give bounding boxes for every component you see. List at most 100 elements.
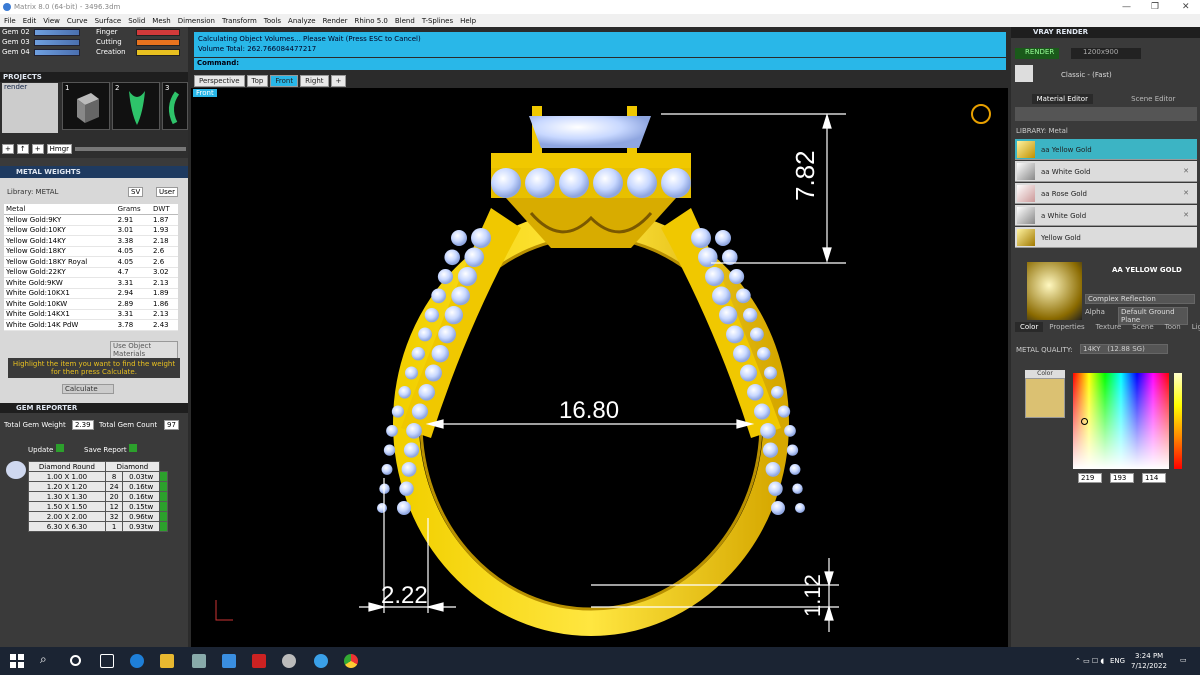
metal-quality-dropdown[interactable]: 14KY (12.88 SG) [1080, 344, 1168, 354]
clock-time[interactable]: 3:24 PM [1135, 652, 1163, 660]
tab-texture[interactable]: Texture [1091, 322, 1127, 332]
menu-render[interactable]: Render [323, 17, 348, 25]
user-button[interactable]: User [156, 187, 178, 197]
use-object-materials-button[interactable]: Use Object Materials [110, 341, 178, 359]
cortana-icon[interactable] [70, 655, 81, 666]
layer-swatch[interactable] [136, 49, 180, 56]
project-thumbnail[interactable]: 1 [62, 82, 110, 130]
project-slider[interactable] [75, 147, 186, 151]
store-icon[interactable] [192, 654, 206, 668]
front-viewport[interactable]: Front 7.82 16.80 2.22 1.12 [191, 88, 1008, 648]
command-line[interactable]: Command: [194, 58, 1006, 70]
hmgr-button[interactable]: Hmgr [46, 144, 73, 154]
language-indicator[interactable]: ENG [1110, 657, 1125, 665]
hue-slider[interactable] [1174, 373, 1182, 469]
tab-scene[interactable]: Scene [1127, 322, 1158, 332]
layer-row[interactable]: Gem 04 Creation [0, 48, 188, 57]
material-item[interactable]: a White Gold ✕ [1015, 205, 1197, 226]
menu-curve[interactable]: Curve [67, 17, 88, 25]
column-header[interactable]: DWT [151, 204, 178, 215]
menu-view[interactable]: View [43, 17, 60, 25]
layer-row[interactable]: Gem 02 Finger [0, 28, 188, 37]
app-icon[interactable] [252, 654, 266, 668]
maximize-button[interactable]: ❐ [1151, 2, 1159, 12]
menu-transform[interactable]: Transform [222, 17, 257, 25]
table-row[interactable]: 1.20 X 1.20 24 0.16tw [28, 481, 168, 492]
menu-tsplines[interactable]: T-Splines [422, 17, 453, 25]
table-row[interactable]: 1.00 X 1.00 8 0.03tw [28, 471, 168, 482]
tab-light[interactable]: Light [1187, 322, 1200, 332]
layer-row[interactable]: Gem 03 Cutting [0, 38, 188, 47]
column-header[interactable]: Metal [4, 204, 116, 215]
menu-solid[interactable]: Solid [128, 17, 145, 25]
table-row[interactable]: Yellow Gold:9KY 2.91 1.87 [4, 214, 178, 226]
menu-analyze[interactable]: Analyze [288, 17, 316, 25]
ring-tool-icon[interactable] [971, 104, 991, 124]
update-button[interactable]: Update [28, 444, 64, 454]
table-row[interactable]: Yellow Gold:18KY Royal 4.05 2.6 [4, 256, 178, 268]
tab-front[interactable]: Front [270, 75, 299, 87]
chrome-icon[interactable] [344, 654, 358, 668]
clock-date[interactable]: 7/12/2022 [1131, 662, 1167, 670]
calculate-button[interactable]: Calculate [62, 384, 114, 394]
tab-right[interactable]: Right [300, 75, 329, 87]
app-icon[interactable] [314, 654, 328, 668]
menu-mesh[interactable]: Mesh [152, 17, 170, 25]
viewport-label[interactable]: Front [193, 89, 217, 97]
render-size-field[interactable]: 1200x900 [1071, 48, 1141, 59]
sv-button[interactable]: SV [128, 187, 144, 197]
row-action-icon[interactable] [159, 521, 168, 532]
tab-top[interactable]: Top [246, 75, 269, 87]
tray-icons[interactable]: ⌃ ▭ ☐ ◖ [1075, 657, 1104, 665]
row-action-icon[interactable] [159, 471, 168, 482]
remove-icon[interactable]: ✕ [1183, 167, 1189, 175]
table-row[interactable]: Yellow Gold:10KY 3.01 1.93 [4, 225, 178, 236]
task-view-icon[interactable] [100, 654, 114, 668]
search-icon[interactable]: ⌕ [40, 652, 47, 667]
table-row[interactable]: 2.00 X 2.00 32 0.96tw [28, 511, 168, 522]
project-thumbnail[interactable]: 2 [112, 82, 160, 130]
layer-swatch[interactable] [136, 39, 180, 46]
close-button[interactable]: ✕ [1182, 2, 1190, 12]
tab-perspective[interactable]: Perspective [194, 75, 245, 87]
table-row[interactable]: White Gold:10KW 2.89 1.86 [4, 298, 178, 310]
layer-swatch[interactable] [34, 49, 80, 56]
add-project-button[interactable]: + [2, 144, 14, 154]
color-swatch[interactable] [1025, 378, 1065, 418]
picker-cursor[interactable] [1081, 418, 1088, 425]
table-row[interactable]: Yellow Gold:22KY 4.7 3.02 [4, 267, 178, 278]
tab-properties[interactable]: Properties [1044, 322, 1089, 332]
preset-name[interactable]: Classic - (Fast) [1061, 71, 1112, 79]
table-row[interactable]: White Gold:14K PdW 3.78 2.43 [4, 319, 178, 331]
project-list[interactable]: render [2, 83, 58, 133]
save-report-button[interactable]: Save Report [84, 444, 137, 454]
remove-icon[interactable]: ✕ [1183, 189, 1189, 197]
row-action-icon[interactable] [159, 481, 168, 492]
menu-file[interactable]: File [4, 17, 16, 25]
material-item[interactable]: Yellow Gold [1015, 227, 1197, 248]
row-action-icon[interactable] [159, 491, 168, 502]
project-thumbnail[interactable]: 3 [162, 82, 188, 130]
menu-blend[interactable]: Blend [395, 17, 415, 25]
file-explorer-icon[interactable] [160, 654, 174, 668]
tab-scene-editor[interactable]: Scene Editor [1126, 94, 1180, 104]
table-row[interactable]: White Gold:14KX1 3.31 2.13 [4, 309, 178, 320]
blue-value[interactable]: 114 [1142, 473, 1166, 483]
windows-start-icon[interactable] [10, 654, 24, 668]
notification-icon[interactable]: ▭ [1180, 656, 1187, 664]
material-item[interactable]: aa Yellow Gold [1015, 139, 1197, 160]
menu-tools[interactable]: Tools [264, 17, 281, 25]
layer-swatch[interactable] [136, 29, 180, 36]
tab-toon[interactable]: Toon [1160, 322, 1186, 332]
table-row[interactable]: White Gold:9KW 3.31 2.13 [4, 277, 178, 289]
row-action-icon[interactable] [159, 511, 168, 522]
matrix-icon[interactable] [282, 654, 296, 668]
material-item[interactable]: aa Rose Gold ✕ [1015, 183, 1197, 204]
menu-dimension[interactable]: Dimension [178, 17, 215, 25]
table-row[interactable]: 1.30 X 1.30 20 0.16tw [28, 491, 168, 502]
render-button[interactable]: RENDER [1015, 48, 1059, 59]
table-row[interactable]: Yellow Gold:18KY 4.05 2.6 [4, 246, 178, 257]
tab-material-editor[interactable]: Material Editor [1031, 94, 1093, 104]
reflection-dropdown[interactable]: Complex Reflection [1085, 294, 1195, 304]
menu-help[interactable]: Help [460, 17, 476, 25]
